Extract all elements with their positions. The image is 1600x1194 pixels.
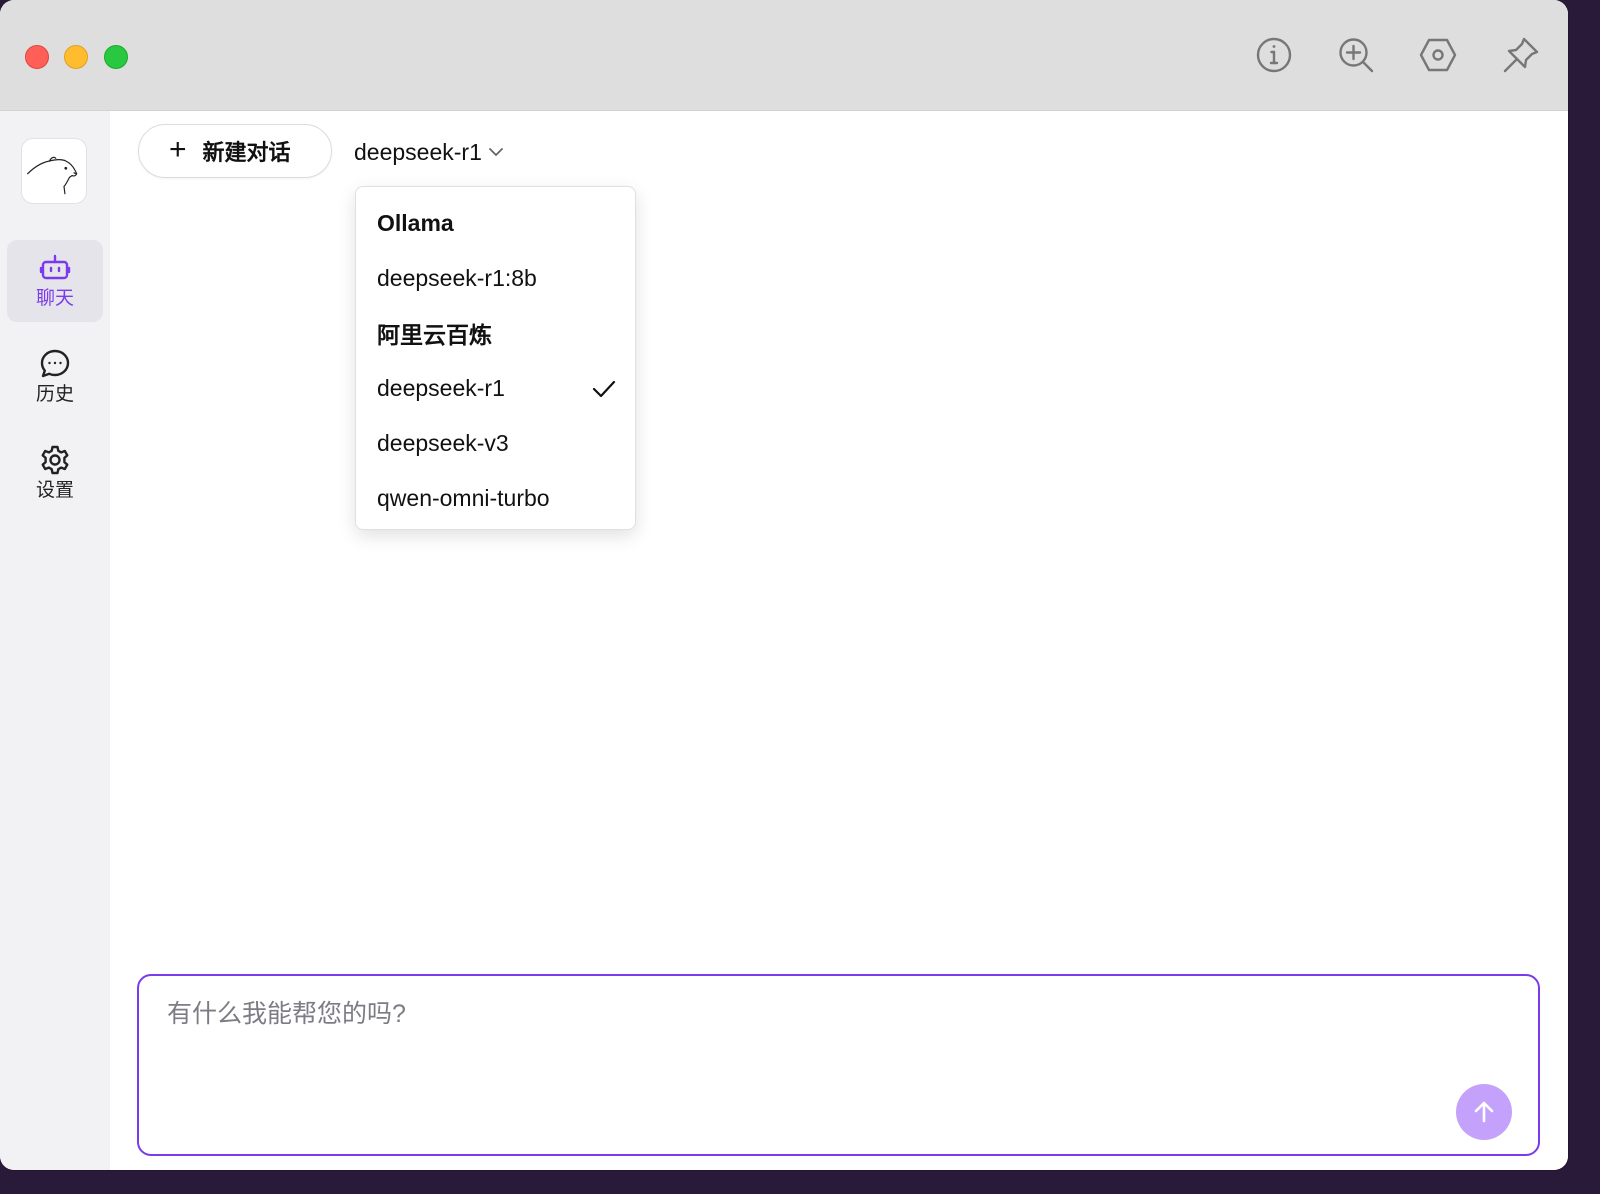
send-button[interactable] <box>1456 1084 1512 1140</box>
model-dropdown: Ollama deepseek-r1:8b 阿里云百炼 deepseek-r1 … <box>355 186 636 530</box>
close-window-button[interactable] <box>25 45 49 69</box>
new-chat-button[interactable]: + 新建对话 <box>138 124 332 178</box>
robot-icon <box>39 254 71 280</box>
info-icon[interactable] <box>1255 36 1293 74</box>
dropdown-option[interactable]: deepseek-v3 <box>377 423 617 463</box>
dropdown-option-label: deepseek-r1 <box>377 374 505 401</box>
chevron-down-icon <box>488 148 503 156</box>
sidebar: 聊天 历史 设置 <box>0 111 110 1170</box>
plus-icon: + <box>169 132 187 166</box>
sidebar-item-label: 聊天 <box>35 288 74 309</box>
sidebar-item-history[interactable]: 历史 <box>7 336 103 418</box>
bear-logo[interactable] <box>21 138 87 204</box>
maximize-window-button[interactable] <box>104 45 128 69</box>
message-input[interactable] <box>165 992 1429 1116</box>
selected-model-label: deepseek-r1 <box>354 138 482 165</box>
hexagon-settings-icon[interactable] <box>1419 36 1457 74</box>
checkmark-icon <box>592 380 616 398</box>
sidebar-item-settings[interactable]: 设置 <box>7 432 103 514</box>
minimize-window-button[interactable] <box>64 45 88 69</box>
sidebar-item-label: 设置 <box>35 480 74 501</box>
sidebar-item-chat[interactable]: 聊天 <box>7 240 103 322</box>
dropdown-option[interactable]: deepseek-r1:8b <box>377 258 617 298</box>
dropdown-group-aliyun: 阿里云百炼 <box>377 322 492 348</box>
message-composer <box>137 974 1540 1156</box>
zoom-in-icon[interactable] <box>1337 36 1375 74</box>
gear-icon <box>41 445 69 475</box>
new-chat-label: 新建对话 <box>202 140 291 165</box>
arrow-up-icon <box>1474 1101 1494 1123</box>
dropdown-group-ollama: Ollama <box>377 209 454 236</box>
model-selector[interactable]: deepseek-r1 <box>354 135 506 169</box>
dropdown-option-selected[interactable]: deepseek-r1 <box>377 368 617 408</box>
chat-bubble-icon <box>40 349 70 378</box>
title-bar <box>0 0 1568 111</box>
app-window: 聊天 历史 设置 + 新建对话 deepseek-r1 Ollama deeps… <box>0 0 1568 1170</box>
sidebar-item-label: 历史 <box>35 384 74 405</box>
dropdown-option[interactable]: qwen-omni-turbo <box>377 478 617 518</box>
main-panel: + 新建对话 deepseek-r1 Ollama deepseek-r1:8b… <box>110 111 1568 1170</box>
pin-icon[interactable] <box>1502 36 1540 74</box>
